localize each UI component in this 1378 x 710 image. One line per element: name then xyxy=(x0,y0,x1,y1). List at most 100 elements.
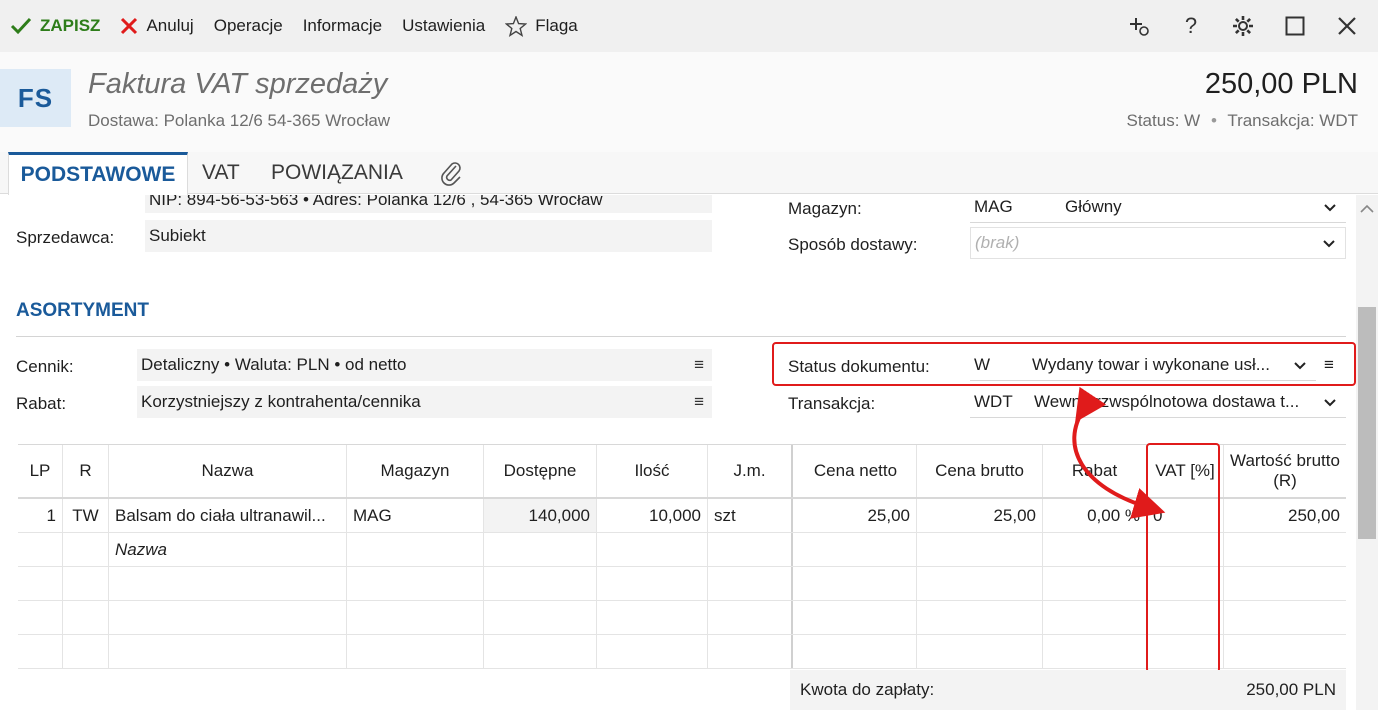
empty-cell xyxy=(917,567,1043,600)
flag-label: Flaga xyxy=(535,16,578,35)
empty-cell xyxy=(1043,567,1147,600)
scroll-up-icon[interactable] xyxy=(1359,201,1375,217)
cell-unit[interactable]: szt xyxy=(708,499,793,532)
cancel-button[interactable]: Anuluj xyxy=(110,0,203,52)
amount-due-label: Kwota do zapłaty: xyxy=(800,680,935,699)
operations-label: Operacje xyxy=(213,16,283,35)
empty-cell xyxy=(347,533,484,566)
cell-lp: 1 xyxy=(18,499,63,532)
seller-value: Subiekt xyxy=(149,226,206,245)
star-icon xyxy=(505,15,528,37)
empty-cell xyxy=(708,533,793,566)
flag-button[interactable]: Flaga xyxy=(495,0,588,52)
content-area: NIP: 894-56-53-563 • Adres: Polanka 12/6… xyxy=(0,195,1356,710)
col-gross-value[interactable]: Wartość brutto (R) xyxy=(1224,445,1346,497)
cell-name[interactable]: Balsam do ciała ultranawil... xyxy=(109,499,347,532)
window-controls: ? xyxy=(1126,0,1360,52)
status-label: Status: xyxy=(1126,111,1180,130)
warehouse-select[interactable]: MAG Główny xyxy=(970,195,1346,223)
pricelist-field[interactable]: Detaliczny • Waluta: PLN • od netto ≡ xyxy=(137,349,712,381)
col-discount[interactable]: Rabat xyxy=(1043,445,1147,497)
cell-net-price[interactable]: 25,00 xyxy=(795,499,917,532)
tab-relations[interactable]: POWIĄZANIA xyxy=(265,152,409,194)
empty-cell xyxy=(1224,533,1346,566)
add-link-icon[interactable] xyxy=(1126,13,1152,39)
header-status-line: Status: W • Transakcja: WDT xyxy=(1127,111,1359,131)
transaction-label: Transakcja: xyxy=(1227,111,1315,130)
col-unit[interactable]: J.m. xyxy=(708,445,793,497)
pricelist-value: Detaliczny • Waluta: PLN • od netto xyxy=(141,355,407,374)
empty-cell xyxy=(708,567,793,600)
cell-discount[interactable]: 0,00 % xyxy=(1043,499,1147,532)
cell-quantity[interactable]: 10,000 xyxy=(597,499,708,532)
gear-icon[interactable] xyxy=(1230,13,1256,39)
empty-cell xyxy=(63,533,109,566)
checkmark-icon xyxy=(10,17,32,35)
cell-warehouse[interactable]: MAG xyxy=(347,499,484,532)
col-gross-price[interactable]: Cena brutto xyxy=(917,445,1043,497)
col-warehouse[interactable]: Magazyn xyxy=(347,445,484,497)
seller-label: Sprzedawca: xyxy=(16,228,115,247)
vat-column-highlight-box xyxy=(1146,443,1220,673)
tab-attachments[interactable] xyxy=(432,152,470,194)
empty-cell xyxy=(597,601,708,634)
cell-gross-price[interactable]: 25,00 xyxy=(917,499,1043,532)
col-r[interactable]: R xyxy=(63,445,109,497)
vertical-scrollbar[interactable] xyxy=(1356,195,1378,710)
transaction-value: WDT xyxy=(1319,111,1358,130)
col-name[interactable]: Nazwa xyxy=(109,445,347,497)
save-button[interactable]: ZAPISZ xyxy=(0,0,110,52)
col-available[interactable]: Dostępne xyxy=(484,445,597,497)
paperclip-icon xyxy=(441,162,461,186)
delivery-method-select[interactable]: (brak) xyxy=(970,227,1346,259)
new-item-name-placeholder[interactable]: Nazwa xyxy=(109,533,347,566)
operations-menu[interactable]: Operacje xyxy=(204,0,293,52)
chevron-down-icon xyxy=(1324,197,1336,217)
col-quantity[interactable]: Ilość xyxy=(597,445,708,497)
empty-cell xyxy=(484,635,597,668)
menu-icon[interactable]: ≡ xyxy=(694,392,704,412)
transaction-select[interactable]: WDT Wewnątrzwspólnotowa dostawa t... xyxy=(970,386,1346,418)
status-value: W xyxy=(1184,111,1201,130)
close-icon[interactable] xyxy=(1334,13,1360,39)
status-highlight-box xyxy=(772,342,1356,386)
settings-menu[interactable]: Ustawienia xyxy=(392,0,495,52)
cancel-label: Anuluj xyxy=(146,16,194,35)
document-type-badge: FS xyxy=(0,69,71,127)
document-title: Faktura VAT sprzedaży xyxy=(88,68,388,100)
empty-cell xyxy=(63,567,109,600)
empty-cell xyxy=(708,601,793,634)
empty-cell xyxy=(795,567,917,600)
empty-cell xyxy=(484,533,597,566)
maximize-icon[interactable] xyxy=(1282,13,1308,39)
transaction-name: Wewnątrzwspólnotowa dostawa t... xyxy=(1034,391,1300,411)
menu-icon[interactable]: ≡ xyxy=(694,355,704,375)
discount-field[interactable]: Korzystniejszy z kontrahenta/cennika ≡ xyxy=(137,386,712,418)
seller-field[interactable]: Subiekt xyxy=(145,220,712,252)
discount-value: Korzystniejszy z kontrahenta/cennika xyxy=(141,392,421,411)
delivery-address: Dostawa: Polanka 12/6 54-365 Wrocław xyxy=(88,111,391,130)
warehouse-code: MAG xyxy=(974,196,1013,216)
settings-label: Ustawienia xyxy=(402,16,486,35)
chevron-down-icon xyxy=(1323,233,1335,253)
scrollbar-thumb[interactable] xyxy=(1358,307,1376,539)
empty-cell xyxy=(1043,601,1147,634)
empty-cell xyxy=(1043,635,1147,668)
empty-cell xyxy=(63,635,109,668)
col-lp[interactable]: LP xyxy=(18,445,63,497)
empty-cell xyxy=(109,635,347,668)
empty-cell xyxy=(18,567,63,600)
empty-cell xyxy=(1224,635,1346,668)
tab-bar: PODSTAWOWE VAT POWIĄZANIA xyxy=(0,152,1378,195)
empty-cell xyxy=(917,601,1043,634)
info-menu[interactable]: Informacje xyxy=(293,0,392,52)
tab-vat[interactable]: VAT xyxy=(196,152,246,194)
empty-cell xyxy=(347,567,484,600)
help-icon[interactable]: ? xyxy=(1178,13,1204,39)
seller-nip-line: NIP: 894-56-53-563 • Adres: Polanka 12/6… xyxy=(149,195,603,209)
col-net-price[interactable]: Cena netto xyxy=(795,445,917,497)
tab-basic[interactable]: PODSTAWOWE xyxy=(8,152,188,195)
empty-cell xyxy=(484,567,597,600)
chevron-down-icon xyxy=(1324,392,1336,412)
empty-cell xyxy=(109,567,347,600)
